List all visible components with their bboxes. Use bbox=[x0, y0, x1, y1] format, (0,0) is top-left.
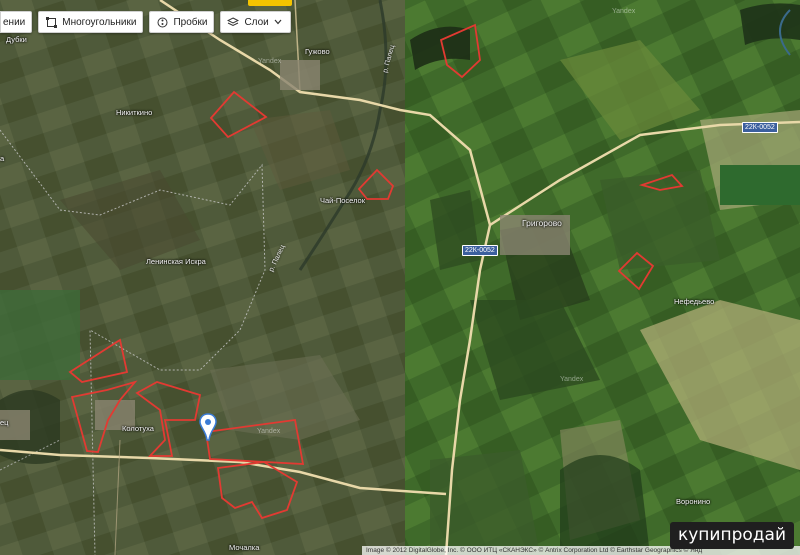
place-dubki: Дубки bbox=[6, 35, 27, 44]
location-pin-icon[interactable] bbox=[198, 413, 218, 441]
place-nikitkino: Никиткино bbox=[116, 108, 153, 117]
watermark-3: Yandex bbox=[560, 376, 584, 383]
polygons-label: Многоугольники bbox=[62, 16, 137, 28]
layers-label: Слои bbox=[244, 16, 269, 28]
polygon-icon bbox=[45, 16, 57, 28]
place-leninskaya-iskra: Ленинская Искра bbox=[146, 257, 206, 266]
traffic-label: Пробки bbox=[173, 16, 208, 28]
place-voronino: Воронино bbox=[676, 497, 711, 506]
place-guzhovo: Гужово bbox=[305, 47, 330, 56]
place-chai-poselok: Чай-Поселок bbox=[320, 196, 366, 205]
road-shield-center: 22К-0052 bbox=[462, 245, 498, 256]
place-edge-left-a: а bbox=[0, 154, 5, 163]
top-highlight-bar bbox=[248, 0, 292, 6]
watermark-1: Yandex bbox=[612, 8, 636, 15]
traffic-icon bbox=[156, 16, 168, 28]
tool-button-partial-label: ении bbox=[3, 16, 26, 28]
terrain-left bbox=[0, 0, 405, 555]
place-grigorovo: Григорово bbox=[522, 218, 562, 228]
watermark-4: Yandex bbox=[257, 428, 281, 435]
layers-icon bbox=[227, 16, 240, 28]
place-edge-left-b: ец bbox=[0, 418, 9, 427]
place-kolotukha: Колотуха bbox=[122, 424, 154, 433]
road-shield-east: 22К-0052 bbox=[742, 122, 778, 133]
map-toolbar: ении Многоугольники Пробки Слои bbox=[0, 11, 291, 33]
polygons-button[interactable]: Многоугольники bbox=[38, 11, 144, 33]
chevron-down-icon bbox=[272, 16, 284, 28]
place-nefedevo: Нефедьево bbox=[674, 297, 715, 306]
watermark-2: Yandex bbox=[258, 58, 282, 65]
traffic-button[interactable]: Пробки bbox=[149, 11, 215, 33]
tool-button-partial[interactable]: ении bbox=[0, 11, 33, 33]
place-mochalka: Мочалка bbox=[229, 543, 260, 552]
brand-logo: купипродай bbox=[669, 522, 794, 549]
satellite-map[interactable] bbox=[0, 0, 800, 555]
layers-button[interactable]: Слои bbox=[220, 11, 291, 33]
